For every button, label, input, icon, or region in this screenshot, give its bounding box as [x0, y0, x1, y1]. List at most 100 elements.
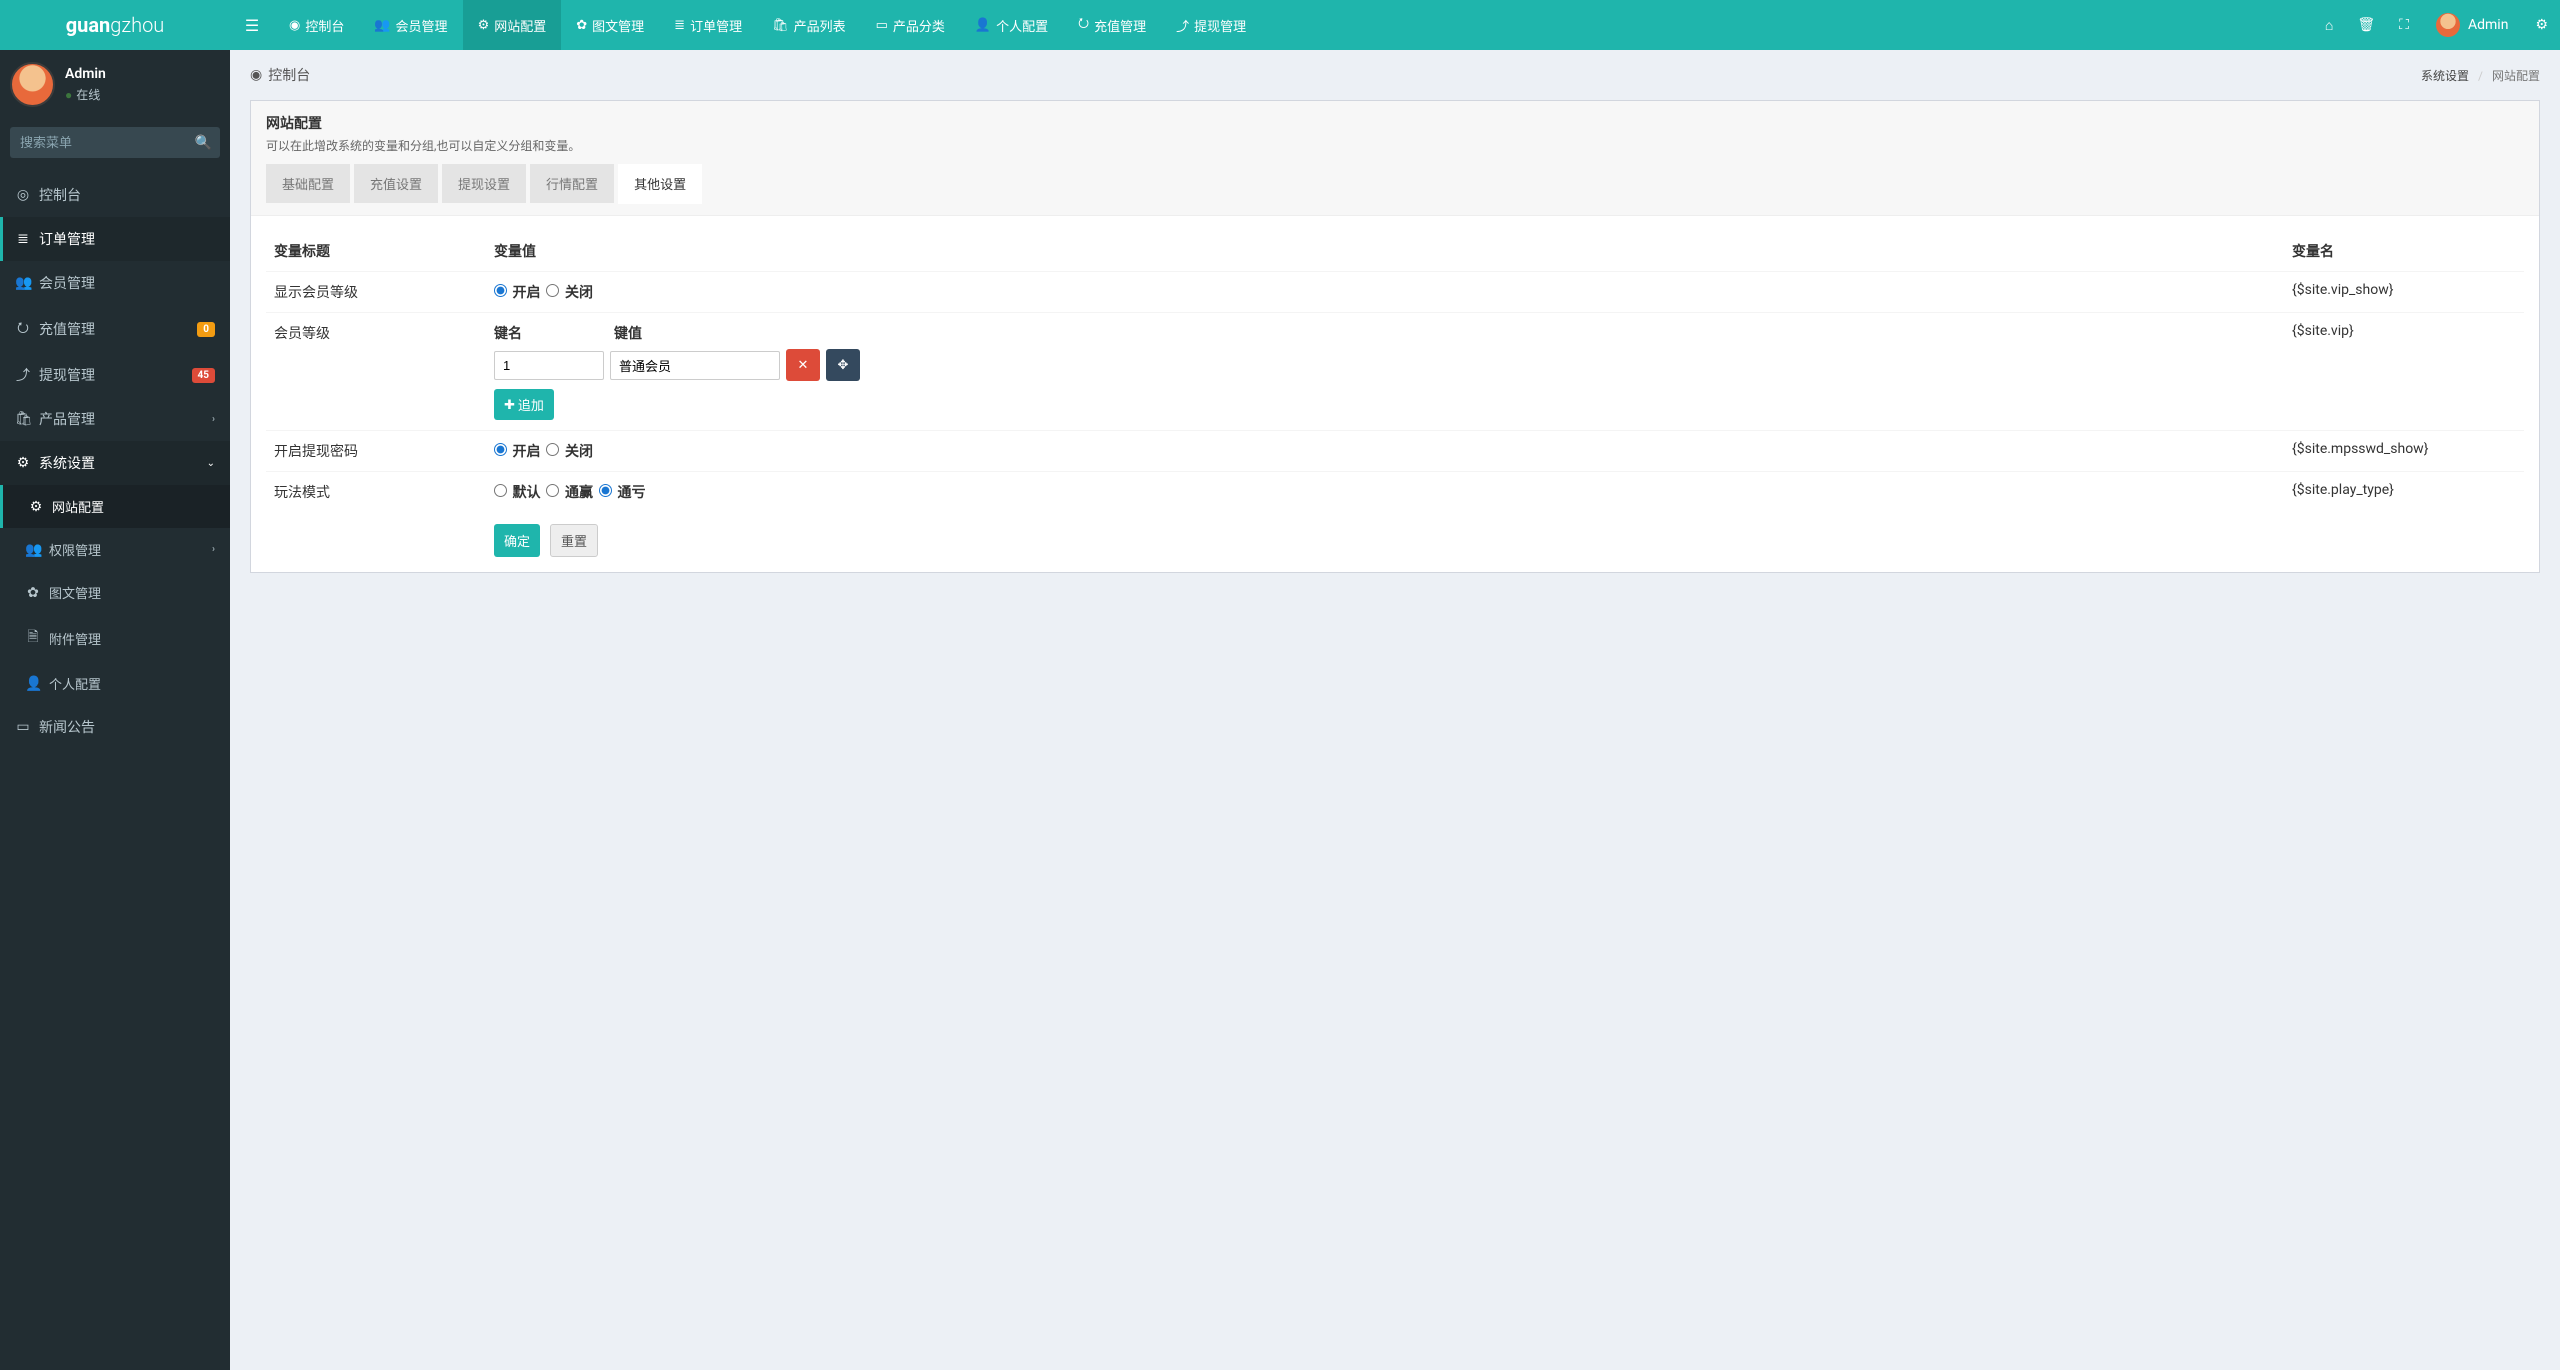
kv-key-input[interactable] [494, 351, 604, 380]
avatar-small [2436, 13, 2460, 37]
content-header: ◉ 控制台 系统设置 / 网站配置 [230, 50, 2560, 100]
settings-icon[interactable]: ⚙ [2523, 0, 2560, 50]
menu-icon: ⚙ [28, 499, 44, 515]
panel: 网站配置 可以在此增改系统的变量和分组,也可以自定义分组和变量。 基础配置充值设… [250, 100, 2540, 573]
radio-input[interactable] [546, 284, 559, 297]
sidebar-item-12[interactable]: ▭ 新闻公告 [0, 705, 230, 749]
sidebar-item-4[interactable]: ⤴ 提现管理 45 [0, 353, 230, 397]
topnav-item-3[interactable]: ✿图文管理 [561, 0, 659, 50]
kv-header-key: 键名 [494, 323, 604, 343]
submit-button[interactable]: 确定 [494, 524, 540, 557]
home-icon[interactable]: ⌂ [2313, 0, 2345, 50]
topnav-item-1[interactable]: 👥 会员管理 [359, 0, 462, 50]
topnav-icon: 👤 [975, 18, 991, 33]
topnav-icon: ⭮ [1078, 14, 1089, 36]
move-button[interactable]: ✥ [826, 349, 860, 381]
form-actions: 确定 重置 [266, 512, 2524, 557]
breadcrumb-parent[interactable]: 系统设置 [2421, 69, 2469, 83]
reset-button[interactable]: 重置 [550, 524, 598, 557]
topnav-label: 产品分类 [893, 16, 945, 35]
topbar: ☰ ◉控制台 👥 会员管理 ⚙ 网站配置 ✿图文管理≣订单管理🛍产品列表 ▭ 产品分类 👤 个人配… [230, 0, 2560, 50]
topnav-icon: ▭ [876, 18, 888, 33]
tab-2[interactable]: 提现设置 [442, 164, 526, 203]
menu-icon: ≣ [15, 231, 31, 247]
plus-icon: ✚ [504, 397, 515, 413]
sidebar-item-7[interactable]: ⚙ 网站配置 [0, 485, 230, 528]
radio-input[interactable] [546, 443, 559, 456]
admin-menu[interactable]: Admin [2421, 0, 2523, 50]
topbar-right: ⌂ 🗑 ⛶ Admin ⚙ [2313, 0, 2560, 50]
topnav-item-5[interactable]: 🛍产品列表 [757, 0, 861, 50]
radio-option[interactable]: 通赢 [546, 485, 592, 501]
search-icon[interactable]: 🔍 [195, 135, 212, 151]
menu-icon: ▭ [15, 719, 31, 735]
fullscreen-icon[interactable]: ⛶ [2387, 0, 2421, 50]
topnav-item-2[interactable]: ⚙ 网站配置 [463, 0, 562, 50]
radio-input[interactable] [494, 284, 507, 297]
sidebar-item-label: 权限管理 [49, 540, 101, 559]
tab-1[interactable]: 充值设置 [354, 164, 438, 203]
menu-icon: 👥 [25, 542, 41, 558]
topnav-icon: 🛍 [772, 18, 789, 33]
radio-option[interactable]: 开启 [494, 444, 540, 460]
radio-option[interactable]: 通亏 [599, 485, 645, 501]
menu-icon: ⤴ [15, 365, 31, 385]
sidebar-item-label: 订单管理 [39, 229, 95, 249]
topnav-label: 个人配置 [996, 16, 1048, 35]
sidebar-item-6[interactable]: ⚙系统设置⌄ [0, 441, 230, 485]
sidebar-item-8[interactable]: 👥权限管理› [0, 528, 230, 571]
row-value: 默认 通赢 通亏 [486, 472, 2284, 513]
row-varname: {$site.mpsswd_show} [2284, 431, 2524, 472]
topnav-label: 会员管理 [396, 16, 448, 35]
topnav-icon: 👥 [374, 18, 390, 33]
sidebar-toggle-icon[interactable]: ☰ [230, 16, 274, 35]
chevron-icon: › [212, 414, 215, 425]
sidebar-item-3[interactable]: ⭮充值管理0 [0, 305, 230, 353]
sidebar-item-5[interactable]: 🛍产品管理› [0, 397, 230, 441]
topnav-item-9[interactable]: ⤴提现管理 [1161, 0, 1261, 50]
sidebar-item-10[interactable]: 🗎附件管理 [0, 614, 230, 662]
remove-button[interactable]: ✕ [786, 349, 820, 381]
trash-icon[interactable]: 🗑 [2345, 0, 2387, 50]
radio-input[interactable] [494, 443, 507, 456]
sidebar-item-2[interactable]: 👥会员管理 [0, 261, 230, 305]
radio-input[interactable] [546, 484, 559, 497]
search-input[interactable] [10, 127, 220, 158]
radio-input[interactable] [494, 484, 507, 497]
th-title: 变量标题 [266, 231, 486, 272]
sidebar-item-label: 网站配置 [52, 497, 104, 516]
kv-val-input[interactable] [610, 351, 780, 380]
badge: 45 [192, 368, 215, 383]
sidebar-item-0[interactable]: ◎控制台 [0, 173, 230, 217]
radio-input[interactable] [599, 484, 612, 497]
sidebar-item-9[interactable]: ✿图文管理 [0, 571, 230, 614]
sidebar-item-label: 控制台 [39, 185, 81, 205]
badge: 0 [197, 322, 215, 337]
topnav-item-0[interactable]: ◉控制台 [274, 0, 359, 50]
tab-3[interactable]: 行情配置 [530, 164, 614, 203]
sidebar-item-label: 系统设置 [39, 453, 95, 473]
topnav-label: 网站配置 [494, 16, 546, 35]
topnav-item-8[interactable]: ⭮充值管理 [1063, 0, 1161, 50]
topnav-item-4[interactable]: ≣订单管理 [659, 0, 757, 50]
radio-option[interactable]: 关闭 [546, 444, 592, 460]
sidebar-item-label: 新闻公告 [39, 717, 95, 737]
tab-0[interactable]: 基础配置 [266, 164, 350, 203]
radio-option[interactable]: 关闭 [546, 285, 592, 301]
topnav-icon: ◉ [289, 18, 300, 33]
topnav-item-6[interactable]: ▭ 产品分类 [861, 0, 960, 50]
logo[interactable]: guangzhou [0, 0, 230, 50]
avatar[interactable] [10, 62, 55, 107]
radio-option[interactable]: 默认 [494, 485, 540, 501]
radio-option[interactable]: 开启 [494, 285, 540, 301]
sidebar-item-11[interactable]: 👤个人配置 [0, 662, 230, 705]
row-value: 开启 关闭 [486, 431, 2284, 472]
sidebar-item-label: 提现管理 [39, 365, 95, 385]
topnav-label: 提现管理 [1194, 16, 1246, 35]
topnav-item-7[interactable]: 👤 个人配置 [960, 0, 1063, 50]
sidebar-item-label: 附件管理 [49, 629, 101, 648]
tab-4[interactable]: 其他设置 [618, 164, 702, 204]
append-button[interactable]: ✚追加 [494, 389, 554, 420]
topnav-icon: ⚙ [478, 18, 490, 33]
sidebar-item-1[interactable]: ≣ 订单管理 [0, 217, 230, 261]
